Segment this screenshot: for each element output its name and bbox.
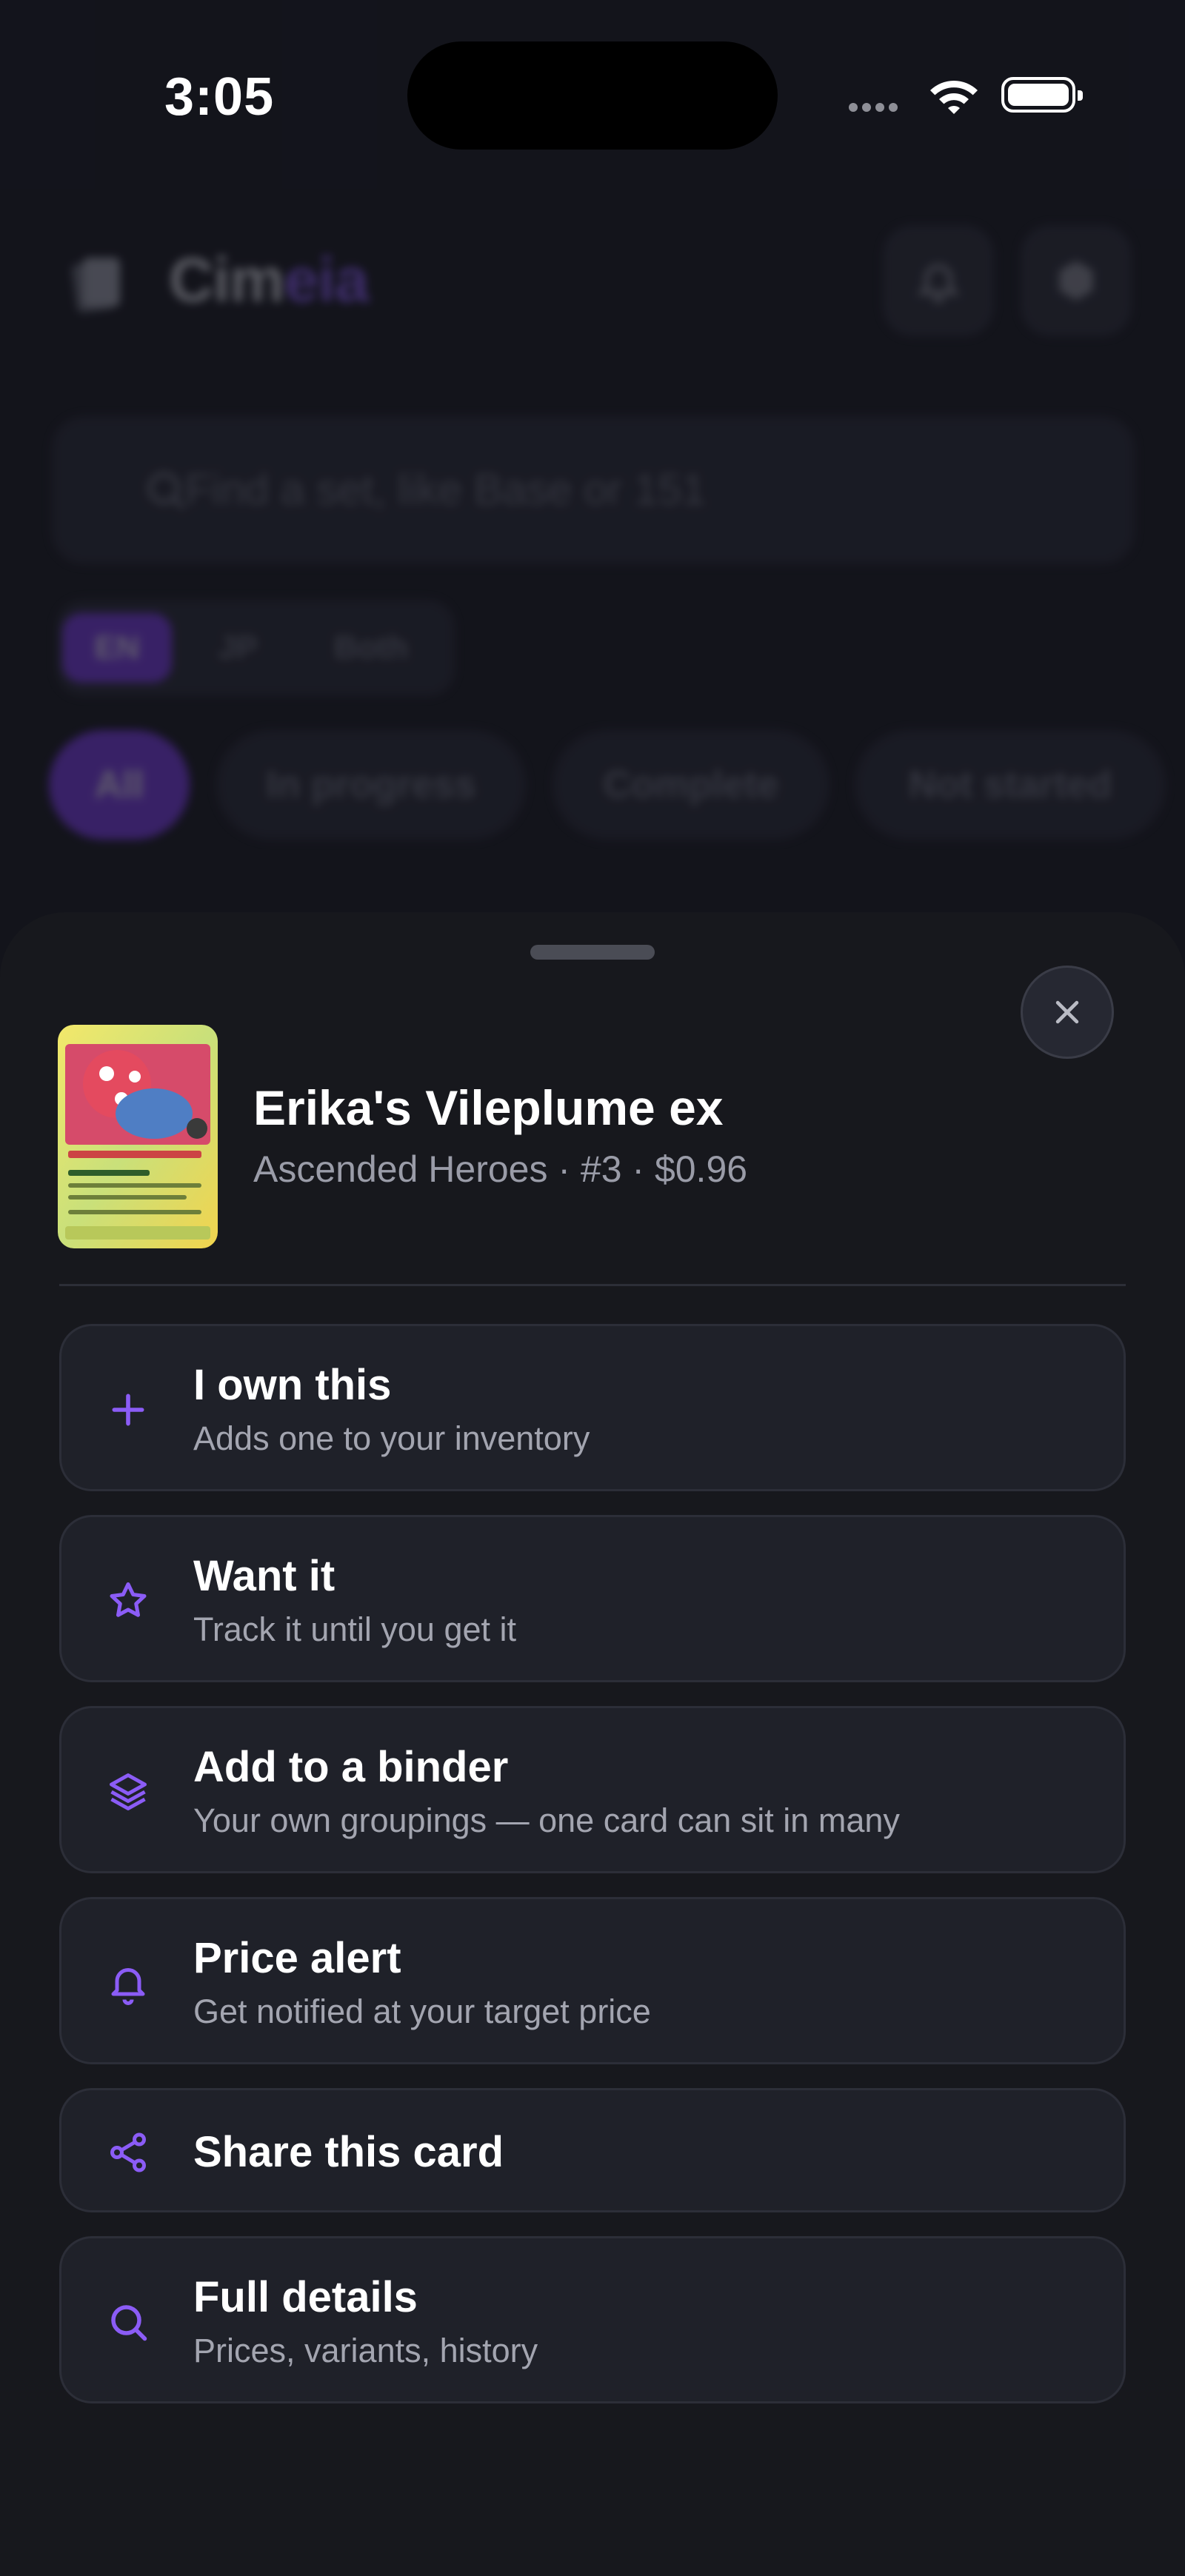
action-subtitle: Track it until you get it: [193, 1610, 517, 1648]
share-card-button[interactable]: Share this card: [59, 2088, 1126, 2212]
wifi-icon: [930, 81, 978, 114]
cellular-signal-icon: [849, 102, 902, 116]
sheet-divider: [59, 1284, 1126, 1286]
add-to-binder-button[interactable]: Add to a binder Your own groupings — one…: [59, 1706, 1126, 1873]
card-meta: Ascended Heroes · #3 · $0.96: [253, 1148, 748, 1190]
layers-icon: [104, 1768, 152, 1816]
action-title: I own this: [193, 1361, 392, 1409]
card-action-sheet: Erika's Vileplume ex Ascended Heroes · #…: [0, 912, 1185, 2576]
star-icon: [104, 1577, 152, 1625]
price-alert-button[interactable]: Price alert Get notified at your target …: [59, 1897, 1126, 2064]
plus-icon: [104, 1386, 152, 1433]
close-button[interactable]: [1021, 966, 1114, 1059]
share-icon: [104, 2129, 152, 2176]
want-it-button[interactable]: Want it Track it until you get it: [59, 1515, 1126, 1682]
bell-icon: [104, 1959, 152, 2007]
battery-icon: [1001, 77, 1083, 113]
sheet-grabber[interactable]: [530, 945, 655, 960]
close-icon: [1055, 1000, 1079, 1024]
card-name: Erika's Vileplume ex: [253, 1080, 724, 1135]
action-title: Price alert: [193, 1934, 401, 1982]
dynamic-island: [407, 41, 778, 150]
own-this-button[interactable]: I own this Adds one to your inventory: [59, 1324, 1126, 1491]
action-title: Share this card: [193, 2128, 504, 2176]
action-subtitle: Your own groupings — one card can sit in…: [193, 1801, 900, 1839]
full-details-button[interactable]: Full details Prices, variants, history: [59, 2236, 1126, 2403]
action-subtitle: Get notified at your target price: [193, 1993, 651, 2030]
status-time: 3:05: [164, 67, 275, 127]
action-subtitle: Prices, variants, history: [193, 2332, 538, 2369]
card-thumbnail: [58, 1025, 218, 1248]
action-title: Add to a binder: [193, 1743, 509, 1791]
action-title: Full details: [193, 2273, 418, 2321]
search-icon: [104, 2298, 152, 2346]
action-subtitle: Adds one to your inventory: [193, 1419, 590, 1457]
action-title: Want it: [193, 1552, 336, 1600]
